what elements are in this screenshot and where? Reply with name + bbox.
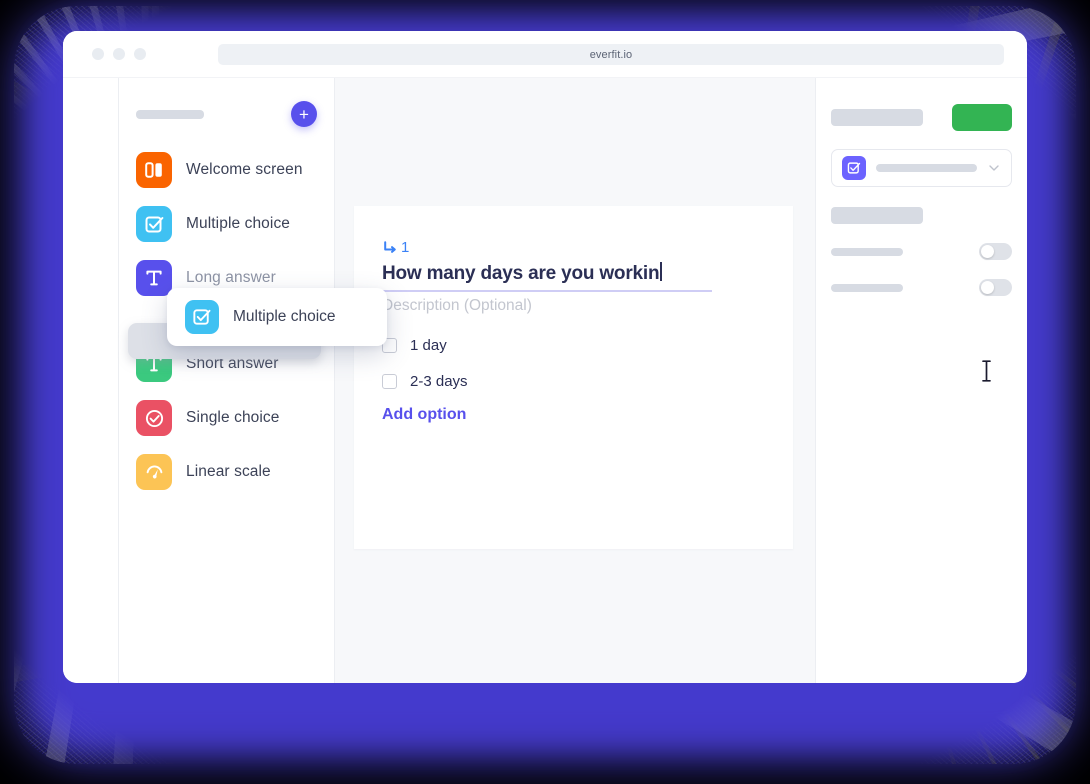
plus-icon: + bbox=[299, 104, 309, 124]
question-title-text: How many days are you workin bbox=[382, 263, 660, 284]
traffic-lights bbox=[92, 48, 146, 60]
left-rail bbox=[63, 78, 119, 683]
settings-panel bbox=[815, 78, 1027, 683]
close-icon[interactable] bbox=[92, 48, 104, 60]
sidebar-item-single-choice[interactable]: Single choice bbox=[132, 398, 321, 438]
chevron-down-icon bbox=[989, 165, 999, 171]
setting-label-placeholder bbox=[831, 283, 903, 292]
sidebar-title-placeholder bbox=[136, 109, 204, 119]
option-label: 1 day bbox=[410, 337, 447, 354]
welcome-screen-icon bbox=[136, 152, 172, 188]
setting-toggle-row bbox=[831, 279, 1012, 296]
settings-title-placeholder bbox=[831, 109, 923, 126]
question-title-field[interactable]: How many days are you workin bbox=[382, 260, 712, 292]
multiple-choice-icon bbox=[136, 206, 172, 242]
publish-button[interactable] bbox=[952, 104, 1012, 131]
single-choice-icon bbox=[136, 400, 172, 436]
sidebar-item-label: Single choice bbox=[186, 409, 280, 426]
long-answer-icon bbox=[136, 260, 172, 296]
question-type-sidebar: + Welcome screen Multiple choice Long an… bbox=[119, 78, 387, 683]
address-bar[interactable]: everfit.io bbox=[218, 44, 1004, 65]
text-caret bbox=[660, 262, 662, 281]
settings-panel-header bbox=[831, 104, 1012, 131]
screenshot-stage: everfit.io + Welcome screen Multiple cho… bbox=[0, 0, 1090, 784]
checkbox-icon[interactable] bbox=[382, 374, 397, 389]
linear-scale-icon bbox=[136, 454, 172, 490]
sidebar-item-label: Welcome screen bbox=[186, 161, 303, 178]
setting-toggle-row bbox=[831, 243, 1012, 260]
sidebar-item-label: Long answer bbox=[186, 269, 276, 286]
question-number: 1 bbox=[401, 239, 410, 256]
add-option-button[interactable]: Add option bbox=[382, 406, 466, 424]
select-value-placeholder bbox=[876, 164, 977, 172]
settings-section-placeholder bbox=[831, 207, 923, 224]
sidebar-header: + bbox=[132, 78, 321, 150]
question-description-field[interactable]: Description (Optional) bbox=[382, 297, 532, 315]
question-type-select[interactable] bbox=[831, 149, 1012, 187]
option-row[interactable]: 2-3 days bbox=[382, 373, 468, 390]
setting-toggle[interactable] bbox=[979, 243, 1012, 260]
multiple-choice-icon bbox=[842, 156, 866, 180]
add-question-button[interactable]: + bbox=[291, 101, 317, 127]
sidebar-item-label: Multiple choice bbox=[186, 215, 291, 232]
option-row[interactable]: 1 day bbox=[382, 337, 447, 354]
zoom-icon[interactable] bbox=[134, 48, 146, 60]
drag-ghost-label: Multiple choice bbox=[233, 308, 336, 325]
option-label: 2-3 days bbox=[410, 373, 468, 390]
address-bar-url: everfit.io bbox=[589, 48, 633, 61]
multiple-choice-icon bbox=[185, 300, 219, 334]
sidebar-item-label: Linear scale bbox=[186, 463, 271, 480]
arrow-turn-down-right-icon bbox=[384, 241, 396, 253]
drag-ghost-card[interactable]: Multiple choice bbox=[167, 288, 387, 346]
question-number-badge: 1 bbox=[382, 239, 409, 256]
sidebar-item-welcome-screen[interactable]: Welcome screen bbox=[132, 150, 321, 190]
browser-titlebar: everfit.io bbox=[63, 31, 1027, 78]
sidebar-item-linear-scale[interactable]: Linear scale bbox=[132, 452, 321, 492]
setting-label-placeholder bbox=[831, 247, 903, 256]
sidebar-item-multiple-choice[interactable]: Multiple choice bbox=[132, 204, 321, 244]
minimize-icon[interactable] bbox=[113, 48, 125, 60]
browser-window: everfit.io + Welcome screen Multiple cho… bbox=[63, 31, 1027, 683]
setting-toggle[interactable] bbox=[979, 279, 1012, 296]
workspace: + Welcome screen Multiple choice Long an… bbox=[63, 78, 1027, 683]
form-canvas: 1 How many days are you workin Descripti… bbox=[335, 78, 991, 683]
